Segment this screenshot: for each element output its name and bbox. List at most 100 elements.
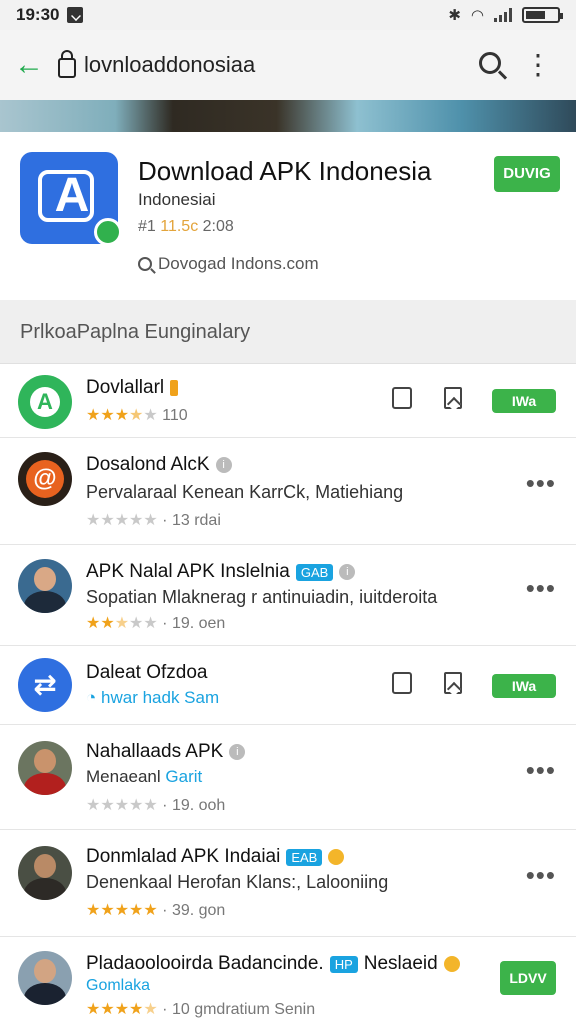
app-logo-icon: A: [18, 375, 72, 429]
item-description: Sopatian Mlaknerag r antinuiadin, iuitde…: [86, 587, 438, 607]
link-text: Dovogad Indons.com: [158, 254, 319, 273]
search-icon: [479, 51, 501, 74]
item-title-text: Pladaoolooirda Badancinde.: [86, 953, 324, 974]
avatar: [18, 846, 72, 900]
rating-count: · 10 gmdratium Senin: [162, 1001, 316, 1018]
list-item[interactable]: Donmlalad APK Indaiai EAB Denenkaal Hero…: [0, 830, 576, 937]
more-options-icon[interactable]: •••: [526, 573, 556, 604]
rating-count: · 19. ooh: [162, 797, 226, 814]
bluetooth-icon: ✱: [448, 7, 461, 24]
app-meta: #1 11.5c 2:08: [138, 218, 234, 236]
battery-icon: [522, 7, 563, 23]
item-title-text: Nahallaads APK: [86, 741, 224, 762]
rating: ★★★★★ · 19. ooh: [86, 797, 226, 814]
signal-icon: [494, 8, 512, 22]
clock-icon: ◔: [86, 688, 97, 707]
rating: ★★★★★ · 13 rdai: [86, 512, 221, 529]
overflow-menu-button[interactable]: ⋮: [514, 50, 562, 78]
tag-icon: [170, 380, 179, 396]
rating: ★★★★★ 110: [86, 407, 188, 424]
item-title: Nahallaads APK i: [86, 741, 246, 763]
status-time: 19:30: [16, 5, 60, 24]
item-description: ◔ hwar hadk Sam: [86, 688, 219, 708]
browser-app-bar: ← lovnloaddonosiaa ⋮: [0, 30, 576, 100]
item-tag: EAB: [286, 848, 323, 866]
list-item[interactable]: APK Nalal APK Inslelnia GAB i Sopatian M…: [0, 545, 576, 646]
item-title: Dosalond AlcK i: [86, 454, 232, 476]
item-title-text: Dovlallarl: [86, 377, 165, 398]
item-title: APK Nalal APK Inslelnia GAB i: [86, 561, 356, 583]
item-title-suffix: Neslaeid: [363, 953, 438, 974]
avatar: [18, 741, 72, 795]
search-icon: [138, 257, 152, 271]
notification-icon: [67, 7, 84, 23]
thumbs-up-icon[interactable]: [392, 672, 412, 701]
more-options-icon[interactable]: •••: [526, 860, 556, 891]
list-item[interactable]: @ Dosalond AlcK i Pervalaraal Kenean Kar…: [0, 438, 576, 545]
verified-icon: i: [339, 564, 356, 580]
install-button[interactable]: LDVV: [500, 961, 556, 995]
install-button[interactable]: IWa: [492, 674, 556, 698]
url-text: lovnloaddonosiaa: [84, 52, 256, 77]
thumbs-up-icon[interactable]: [392, 387, 412, 416]
bookmark-icon[interactable]: [444, 672, 462, 701]
status-bar: 19:30 ✱ ◠: [0, 0, 576, 30]
app-logo-icon: @: [18, 452, 72, 506]
app-logo-icon: A: [20, 152, 122, 246]
item-description-text: hwar hadk Sam: [101, 688, 220, 707]
meta-suffix: 2:08: [202, 218, 234, 235]
avatar: [18, 559, 72, 613]
rating: ★★★★★ · 10 gmdratium Senin: [86, 1001, 316, 1018]
item-title: Pladaoolooirda Badancinde. HP Neslaeid: [86, 953, 460, 975]
item-description: Pervalaraal Kenean KarrCk, Matiehiang: [86, 482, 404, 502]
list-item[interactable]: A Dovlallarl ★★★★★ 110 IWa: [0, 365, 576, 438]
emoji-icon: [328, 849, 345, 865]
item-tag: HP: [329, 955, 358, 973]
rating-count: · 13 rdai: [162, 512, 221, 529]
avatar: [18, 951, 72, 1005]
app-logo-icon: ⇄: [18, 658, 72, 712]
emoji-icon: [443, 956, 460, 972]
verified-icon: i: [229, 744, 246, 760]
more-options-icon[interactable]: •••: [526, 755, 556, 786]
bookmark-icon[interactable]: [444, 387, 462, 416]
header-banner-image: [0, 100, 576, 132]
lock-icon: [58, 50, 76, 78]
wifi-icon: ◠: [470, 7, 484, 24]
item-tag: GAB: [295, 563, 334, 581]
rating: ★★★★★ · 39. gon: [86, 902, 226, 919]
meta-highlight: 11.5c: [160, 218, 199, 235]
list-item[interactable]: ⇄ Daleat Ofzdoa ◔ hwar hadk Sam IWa: [0, 646, 576, 725]
app-hero-card: A Download APK Indonesia Indonesiai #1 1…: [0, 132, 576, 301]
item-title-text: APK Nalal APK Inslelnia: [86, 561, 290, 582]
download-button[interactable]: DUVIG: [494, 156, 560, 192]
rating-count: · 39. gon: [162, 902, 226, 919]
section-heading: PrlkoaPaplna Eunginalary: [0, 300, 576, 364]
list-item[interactable]: Pladaoolooirda Badancinde. HP Neslaeid G…: [0, 937, 576, 1024]
item-description-link[interactable]: Garit: [165, 767, 202, 786]
more-options-icon[interactable]: •••: [526, 468, 556, 499]
url-bar[interactable]: lovnloaddonosiaa: [58, 50, 466, 78]
rating: ★★★★★ · 19. oen: [86, 615, 226, 632]
app-title: Download APK Indonesia: [138, 156, 432, 186]
meta-prefix: #1: [138, 218, 156, 235]
item-description: Gomlaka: [86, 977, 151, 994]
list-item[interactable]: Nahallaads APK i Menaeanl Garit ★★★★★ · …: [0, 725, 576, 830]
back-arrow-icon[interactable]: ←: [14, 48, 58, 82]
rating-count: 110: [162, 407, 188, 424]
item-title-text: Donmlalad APK Indaiai: [86, 846, 281, 867]
item-title: Donmlalad APK Indaiai EAB: [86, 846, 345, 868]
item-title: Daleat Ofzdoa: [86, 662, 207, 684]
item-title: Dovlallarl: [86, 377, 179, 399]
install-button[interactable]: IWa: [492, 389, 556, 413]
rating-count: · 19. oen: [162, 615, 226, 632]
search-button[interactable]: [466, 50, 514, 81]
item-description: Menaeanl Garit: [86, 767, 202, 787]
item-title-text: Dosalond AlcK: [86, 454, 210, 475]
app-website-link[interactable]: Dovogad Indons.com: [138, 254, 319, 274]
app-subtitle: Indonesiai: [138, 190, 216, 209]
item-description-text: Menaeanl: [86, 767, 161, 786]
item-description: Denenkaal Herofan Klans:, Lalooniing: [86, 872, 389, 892]
item-title-text: Daleat Ofzdoa: [86, 662, 208, 683]
verified-icon: i: [215, 457, 232, 473]
